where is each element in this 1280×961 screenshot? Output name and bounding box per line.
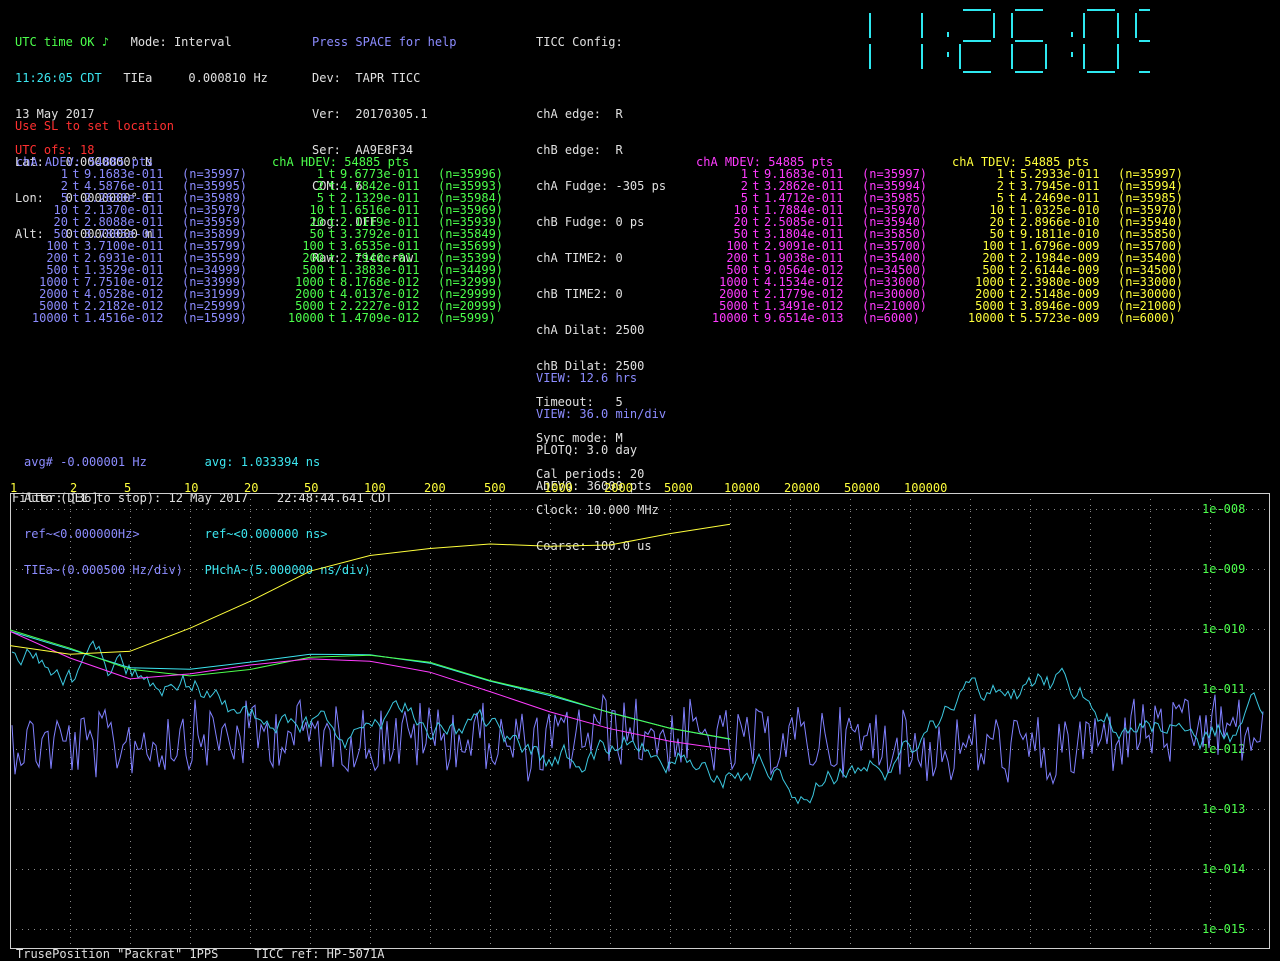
utc-time-status: UTC time OK ♪ (15, 35, 109, 49)
cell-tau: 10000 (31, 311, 68, 325)
cell-t: t (1008, 311, 1016, 325)
cell-t: t (328, 311, 336, 325)
config-line: chA TIME2: 0 (536, 251, 623, 265)
filter-label: Filter: [36] (12, 491, 99, 505)
cell-n: (n=15999) (182, 311, 248, 325)
device-line: Dev: TAPR TICC (312, 71, 421, 85)
hdev-curve (10, 629, 731, 740)
cell-tau: 10000 (711, 311, 748, 325)
location-warning: Use SL to set location (15, 119, 174, 133)
clock-digit (1135, 9, 1150, 73)
y-tick-label: 1e-009 (1202, 562, 1245, 576)
clock-digit (959, 9, 995, 73)
big-clock (869, 9, 1150, 73)
cell-value: 5.5723e-009 (1020, 311, 1100, 325)
mode-label: Mode: Interval (130, 35, 232, 49)
table-hdev: chA HDEV: 54885 pts 1 t 9.6773e-011 (n=35996… (272, 156, 522, 324)
tiea-label: TIEa (123, 71, 153, 85)
cell-t: t (72, 311, 80, 325)
cell-value: 1.4709e-012 (340, 311, 420, 325)
clock-digit (1011, 9, 1047, 73)
table-row: 10000 t 9.6514e-013 (n=6000) (696, 312, 946, 324)
cell-n: (n=6000) (862, 311, 920, 325)
table-row: 10000 t 1.4516e-012 (n=15999) (16, 312, 266, 324)
avg-ns: avg: 1.033394 ns (204, 455, 321, 469)
adev-plot: 1e-0081e-0091e-0101e-0111e-0121e-0131e-0… (10, 493, 1270, 949)
y-tick-label: 1e-010 (1202, 622, 1245, 636)
view-min-div: VIEW: 36.0 min/div (536, 407, 667, 421)
view-hours: VIEW: 12.6 hrs (536, 371, 638, 385)
config-line: chA edge: R (536, 107, 623, 121)
table-row: 10000 t 1.4709e-012 (n=5999) (272, 312, 522, 324)
cell-value: 9.6514e-013 (764, 311, 844, 325)
help-hint: Press SPACE for help (312, 35, 457, 49)
footer: TrusePosition "Packrat" 1PPS TICC ref: H… (16, 948, 384, 960)
clock-digit (1083, 9, 1119, 73)
cell-tau: 10000 (967, 311, 1004, 325)
avg-hz: avg# -0.000001 Hz (24, 455, 147, 469)
y-tick-label: 1e-015 (1202, 922, 1245, 936)
footer-source: TrusePosition "Packrat" 1PPS (16, 947, 219, 961)
y-tick-label: 1e-011 (1202, 682, 1245, 696)
clock-line: 11:26:05 CDT (15, 71, 102, 85)
plot-grid (16, 499, 1265, 944)
y-tick-label: 1e-013 (1202, 802, 1245, 816)
table-row: 10000 t 5.5723e-009 (n=6000) (952, 312, 1202, 324)
config-line: chB TIME2: 0 (536, 287, 623, 301)
cell-n: (n=5999) (438, 311, 496, 325)
cell-value: 1.4516e-012 (84, 311, 164, 325)
config-line: chB Fudge: 0 ps (536, 215, 645, 229)
tiea-value: 0.000810 Hz (188, 71, 268, 85)
tiea-trace (11, 693, 1264, 786)
cell-t: t (752, 311, 760, 325)
footer-ref: TICC ref: HP-5071A (254, 947, 385, 961)
y-tick-label: 1e-008 (1202, 502, 1245, 516)
plot-queue: PLOTQ: 3.0 day (536, 443, 638, 457)
y-tick-label: 1e-014 (1202, 862, 1245, 876)
cell-n: (n=6000) (1118, 311, 1176, 325)
config-line: chA Dilat: 2500 (536, 323, 645, 337)
config-line: chA Fudge: -305 ps (536, 179, 667, 193)
config-line: chB edge: R (536, 143, 623, 157)
cell-tau: 10000 (287, 311, 324, 325)
table-mdev: chA MDEV: 54885 pts 1 t 9.1683e-011 (n=35997… (696, 156, 946, 324)
table-tdev: chA TDEV: 54885 pts 1 t 5.2933e-011 (n=35997… (952, 156, 1202, 324)
ticc-config-title: TICC Config: (536, 35, 623, 49)
device-line: Ver: 20170305.1 (312, 107, 428, 121)
table-adev: chA ADEV: 54885 pts 1 t 9.1683e-011 (n=35997… (16, 156, 266, 324)
